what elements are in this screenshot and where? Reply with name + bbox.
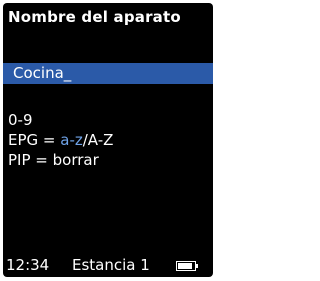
help-digits: 0-9 <box>8 111 33 129</box>
help-epg: EPG = a-z/A-Z <box>8 132 113 149</box>
help-pip: PIP = borrar <box>8 151 99 169</box>
battery-icon <box>176 261 198 271</box>
status-time: 12:34 <box>6 256 50 274</box>
status-bar: 12:34 Estancia 1 <box>3 255 213 277</box>
device-screen: Nombre del aparato Cocina_ 0-9 EPG = a-z… <box>3 3 213 277</box>
help-epg-uppercase: /A-Z <box>82 131 114 149</box>
help-epg-prefix: EPG = <box>8 131 61 149</box>
device-name-input[interactable]: Cocina_ <box>3 63 213 84</box>
screen-title: Nombre del aparato <box>8 8 181 26</box>
device-name-value: Cocina_ <box>13 64 72 82</box>
help-epg-lowercase: a-z <box>60 131 83 149</box>
status-room: Estancia 1 <box>72 256 150 274</box>
